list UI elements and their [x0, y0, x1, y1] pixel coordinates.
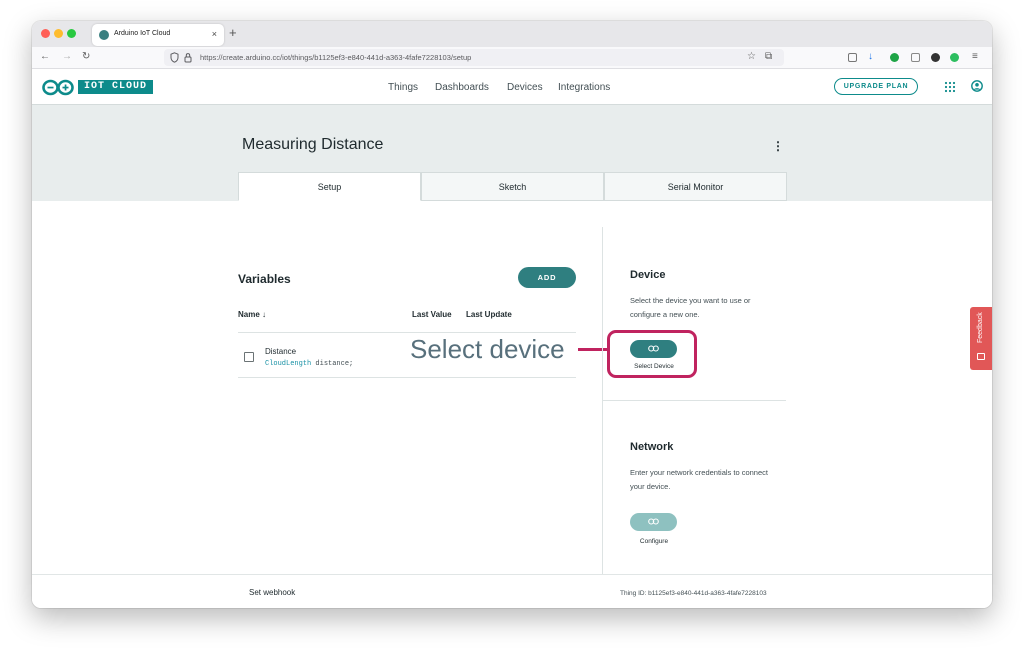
- new-tab-button[interactable]: +: [229, 25, 237, 41]
- configure-network-button[interactable]: [630, 513, 677, 531]
- browser-window: Arduino IoT Cloud × + ← → ↻ https://crea…: [32, 21, 992, 608]
- table-divider: [238, 377, 576, 378]
- tab-serial-monitor[interactable]: Serial Monitor: [604, 172, 787, 201]
- nav-dashboards[interactable]: Dashboards: [435, 81, 489, 95]
- variables-title: Variables: [238, 272, 291, 286]
- url-text: https://create.arduino.cc/iot/things/b11…: [200, 53, 472, 62]
- column-last-value-header: Last Value: [412, 310, 452, 319]
- evernote-icon[interactable]: [950, 53, 959, 62]
- variable-declaration: CloudLength distance;: [265, 360, 353, 369]
- browser-tab[interactable]: Arduino IoT Cloud ×: [92, 24, 224, 46]
- nav-devices[interactable]: Devices: [507, 81, 543, 95]
- reader-icon[interactable]: [911, 53, 920, 62]
- address-bar[interactable]: https://create.arduino.cc/iot/things/b11…: [164, 49, 784, 66]
- tab-bar: Arduino IoT Cloud × +: [32, 21, 992, 47]
- shield-icon: [170, 52, 179, 63]
- zoom-window-button[interactable]: [67, 29, 76, 38]
- thing-header: Measuring Distance ⋮ Setup Sketch Serial…: [32, 105, 992, 201]
- extension-puzzle-icon[interactable]: ⧉: [765, 50, 772, 64]
- tab-sketch[interactable]: Sketch: [421, 172, 604, 201]
- user-account-icon[interactable]: [971, 80, 983, 92]
- page-title: Measuring Distance: [242, 136, 384, 153]
- annotation-label: Select device: [410, 334, 565, 364]
- variable-checkbox[interactable]: [244, 352, 254, 362]
- device-title: Device: [630, 269, 666, 281]
- configure-label[interactable]: Configure: [624, 538, 684, 546]
- feedback-tab[interactable]: Feedback: [970, 307, 992, 370]
- extension-icon[interactable]: [931, 53, 940, 62]
- link-icon: [648, 518, 659, 525]
- bookmark-star-icon[interactable]: ☆: [747, 50, 756, 64]
- more-options-icon[interactable]: ⋮: [772, 139, 784, 153]
- brand-label[interactable]: IOT CLOUD: [78, 80, 153, 94]
- column-last-update-header: Last Update: [466, 310, 512, 319]
- table-divider: [238, 332, 576, 333]
- nav-integrations[interactable]: Integrations: [558, 81, 610, 95]
- column-name-header[interactable]: Name ↓: [238, 310, 266, 320]
- tab-setup[interactable]: Setup: [238, 172, 421, 201]
- select-device-label[interactable]: Select Device: [624, 363, 684, 371]
- network-title: Network: [630, 441, 674, 453]
- set-webhook-link[interactable]: Set webhook: [249, 588, 295, 598]
- network-description: Enter your network credentials to connec…: [630, 468, 768, 491]
- pocket-icon[interactable]: [848, 53, 857, 62]
- back-arrow-icon[interactable]: ←: [40, 50, 50, 64]
- variable-identifier: distance;: [311, 360, 354, 368]
- nav-things[interactable]: Things: [388, 81, 418, 95]
- variable-type: CloudLength: [265, 360, 312, 368]
- screenshot-stage: Arduino IoT Cloud × + ← → ↻ https://crea…: [0, 0, 1024, 651]
- grammarly-icon[interactable]: [890, 53, 899, 62]
- link-icon: [648, 345, 659, 352]
- variable-name: Distance: [265, 347, 297, 356]
- thing-tabs: Setup Sketch Serial Monitor: [238, 172, 787, 201]
- page-footer: Set webhook Thing ID: b1125ef3-e840-441d…: [32, 574, 992, 608]
- download-icon[interactable]: ↓: [868, 50, 873, 64]
- device-description: Select the device you want to use or con…: [630, 296, 751, 319]
- app-header: IOT CLOUD Things Dashboards Devices Inte…: [32, 69, 992, 105]
- arduino-favicon-icon: [99, 30, 109, 40]
- select-device-button[interactable]: [630, 340, 677, 358]
- menu-icon[interactable]: ≡: [972, 50, 978, 64]
- add-variable-button[interactable]: ADD: [518, 267, 576, 288]
- reload-icon[interactable]: ↻: [82, 50, 90, 64]
- tab-close-icon[interactable]: ×: [212, 27, 217, 41]
- upgrade-plan-button[interactable]: UPGRADE PLAN: [834, 78, 918, 95]
- feedback-icon: [977, 353, 985, 360]
- minimize-window-button[interactable]: [54, 29, 63, 38]
- close-window-button[interactable]: [41, 29, 50, 38]
- tab-title: Arduino IoT Cloud: [114, 30, 171, 37]
- section-divider: [603, 400, 786, 401]
- lock-icon: [184, 53, 192, 63]
- forward-arrow-icon[interactable]: →: [62, 50, 72, 64]
- thing-id: Thing ID: b1125ef3-e840-441d-a363-4fafe7…: [620, 590, 767, 597]
- apps-grid-icon[interactable]: [944, 81, 956, 93]
- arduino-logo-icon[interactable]: [42, 79, 74, 96]
- feedback-label: Feedback: [977, 312, 984, 343]
- browser-toolbar: ← → ↻ https://create.arduino.cc/iot/thin…: [32, 47, 992, 69]
